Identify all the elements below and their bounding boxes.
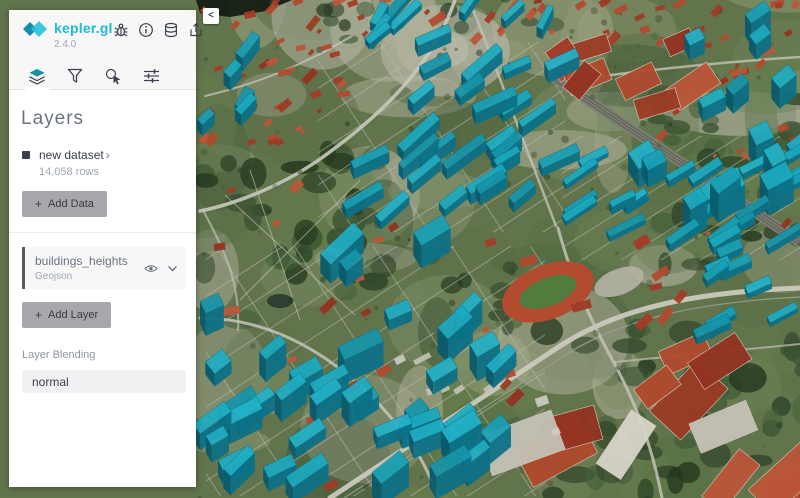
logo-row: kepler.gl 2.4.0 <box>23 20 202 50</box>
app-version: 2.4.0 <box>54 39 77 50</box>
dataset-color-swatch <box>22 151 30 159</box>
dataset-name: new dataset <box>39 148 104 162</box>
tab-map-settings[interactable] <box>138 63 164 89</box>
info-icon[interactable] <box>138 22 154 38</box>
layers-panel: Layers new dataset › 14,058 rows + Add Da… <box>9 90 196 487</box>
plus-icon: + <box>35 308 43 322</box>
visibility-eye-icon[interactable] <box>144 264 158 273</box>
tab-interactions[interactable] <box>100 63 126 89</box>
divider <box>9 232 196 233</box>
side-panel: kepler.gl 2.4.0 Layers new dataset › 14,… <box>9 10 202 487</box>
dataset-item[interactable]: new dataset › 14,058 rows <box>19 148 186 178</box>
layer-panel-buildings-heights[interactable]: buildings_heights Geojson <box>22 247 186 289</box>
layer-blending-select[interactable]: normal <box>22 370 186 393</box>
layer-name: buildings_heights <box>35 254 128 268</box>
add-layer-label: Add Layer <box>48 309 99 321</box>
add-data-label: Add Data <box>48 198 94 210</box>
plus-icon: + <box>35 197 43 211</box>
chevron-down-icon[interactable] <box>167 265 178 272</box>
title-column: kepler.gl 2.4.0 <box>54 20 113 50</box>
dataset-info: new dataset › 14,058 rows <box>39 148 110 178</box>
dataset-row-count: 14,058 rows <box>39 166 99 178</box>
tab-filters[interactable] <box>62 63 88 89</box>
tab-layers[interactable] <box>24 63 50 90</box>
layer-text: buildings_heights Geojson <box>35 254 135 282</box>
side-panel-tabs <box>23 63 184 90</box>
add-layer-button[interactable]: + Add Layer <box>22 302 112 328</box>
header-icons <box>113 20 204 38</box>
layer-blending-label: Layer Blending <box>22 349 96 361</box>
panel-header: kepler.gl 2.4.0 <box>9 10 202 90</box>
sidebar-collapse-button[interactable]: < <box>203 8 219 24</box>
kepler-logo-icon <box>23 20 47 44</box>
layer-type: Geojson <box>35 271 73 282</box>
cursor-click-icon <box>105 68 120 84</box>
bug-icon[interactable] <box>113 22 129 38</box>
add-data-button[interactable]: + Add Data <box>22 191 107 217</box>
database-icon[interactable] <box>163 22 179 38</box>
layers-icon <box>29 68 45 85</box>
app-title: kepler.gl <box>54 20 113 36</box>
sliders-icon <box>143 69 159 83</box>
export-icon[interactable] <box>188 22 204 38</box>
chevron-left-icon: < <box>208 10 214 21</box>
layer-blending-value: normal <box>32 374 69 389</box>
panel-title: Layers <box>21 108 85 129</box>
chevron-right-icon: › <box>105 148 110 162</box>
filter-funnel-icon <box>67 68 83 83</box>
